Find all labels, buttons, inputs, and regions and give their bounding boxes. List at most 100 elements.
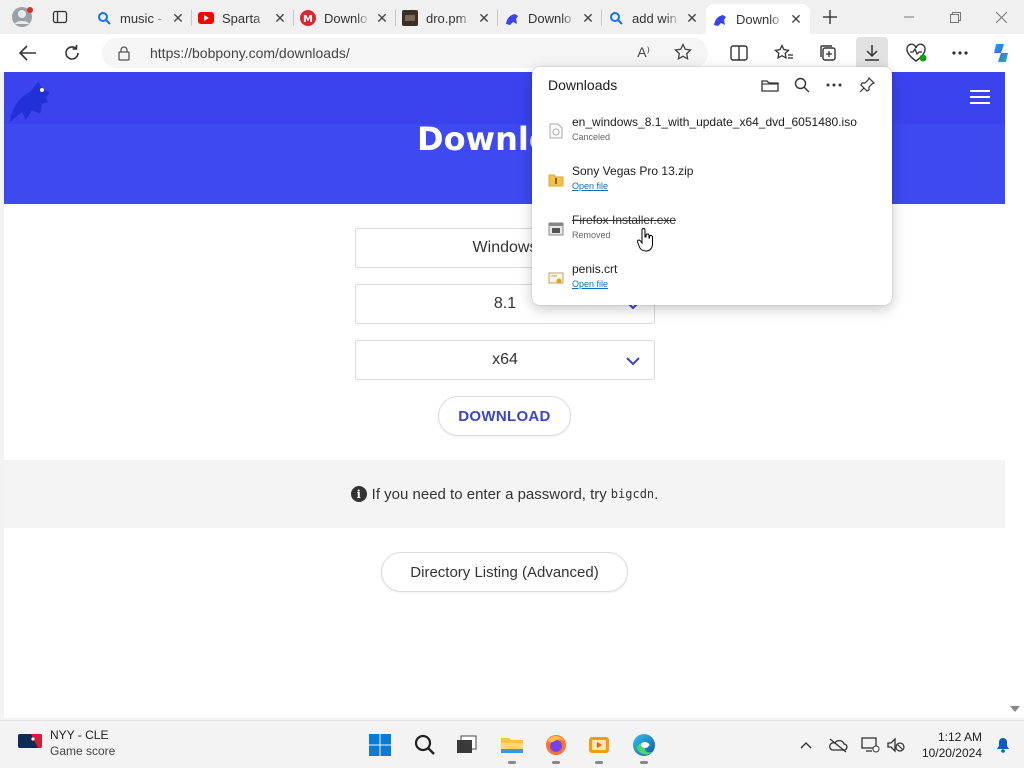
- edge-icon[interactable]: [628, 729, 660, 764]
- copilot-icon[interactable]: [986, 37, 1018, 69]
- back-button[interactable]: [12, 37, 44, 69]
- notice-code: bigcdn: [610, 487, 655, 501]
- address-bar[interactable]: https://bobpony.com/downloads/ A⁾: [102, 38, 708, 68]
- tab-6-active[interactable]: Downlo ✕: [706, 4, 810, 34]
- close-tab-icon[interactable]: ✕: [272, 10, 288, 26]
- task-view-icon[interactable]: [451, 729, 483, 761]
- page-scrollbar[interactable]: [1005, 72, 1024, 718]
- film-thumbnail-icon: [402, 10, 418, 26]
- download-item[interactable]: penis.crt Open file: [532, 258, 892, 304]
- tab-4[interactable]: Downlo ✕: [498, 4, 602, 32]
- arch-select[interactable]: x64: [355, 340, 655, 380]
- notification-bell-icon[interactable]: [996, 737, 1010, 758]
- favorite-star-icon[interactable]: [674, 42, 692, 66]
- firefox-icon[interactable]: [540, 729, 572, 764]
- start-button[interactable]: [364, 729, 396, 761]
- tab-title: Downlo: [324, 10, 368, 26]
- version-select-value: 8.1: [493, 295, 517, 312]
- restore-button[interactable]: [932, 0, 978, 34]
- download-status: Canceled: [572, 132, 611, 142]
- password-notice: i If you need to enter a password, try b…: [4, 460, 1005, 528]
- search-downloads-icon[interactable]: [791, 74, 813, 96]
- search-icon: [608, 10, 624, 26]
- search-icon: [96, 10, 112, 26]
- show-hidden-icons-chevron[interactable]: [796, 735, 816, 755]
- tab-title: dro.pm: [426, 10, 467, 26]
- tab-1[interactable]: Sparta ✕: [192, 4, 294, 32]
- file-explorer-icon[interactable]: [496, 729, 528, 764]
- onedrive-offline-icon[interactable]: [828, 735, 848, 755]
- close-tab-icon[interactable]: ✕: [476, 10, 492, 26]
- certificate-file-icon: [548, 270, 564, 286]
- tab-title: Downlo: [528, 10, 572, 26]
- bobpony-icon: [504, 10, 520, 26]
- browser-essentials-icon[interactable]: [900, 37, 932, 69]
- svg-text:M: M: [303, 14, 313, 25]
- close-window-button[interactable]: [978, 0, 1024, 34]
- lock-icon[interactable]: [116, 45, 132, 61]
- profile-avatar[interactable]: [6, 1, 38, 33]
- tab-5[interactable]: add win ✕: [602, 4, 706, 32]
- hand-pointer-cursor-icon: [636, 228, 655, 257]
- downloads-panel: Downloads en_windows_8.1_with_update_x64…: [532, 67, 892, 305]
- download-button[interactable]: DOWNLOAD: [438, 396, 571, 436]
- widget-subtitle: Game score: [50, 744, 116, 758]
- download-item[interactable]: Firefox Installer.exe Removed: [532, 209, 892, 255]
- new-tab-button[interactable]: [814, 1, 846, 33]
- mlb-logo-icon: [18, 734, 42, 758]
- media-player-icon[interactable]: [583, 729, 615, 764]
- download-status: Removed: [572, 230, 611, 240]
- more-options-icon[interactable]: [823, 74, 845, 96]
- mega-icon: M: [300, 10, 316, 26]
- download-item[interactable]: Sony Vegas Pro 13.zip Open file: [532, 160, 892, 206]
- search-taskbar-icon[interactable]: [409, 729, 441, 761]
- scroll-down-arrow-icon[interactable]: [1010, 706, 1020, 712]
- open-file-link[interactable]: Open file: [572, 279, 608, 289]
- youtube-icon: [198, 10, 214, 26]
- tab-strip: music - ✕ Sparta ✕ M Downlo ✕ dro.pm ✕ D…: [0, 0, 1024, 34]
- chevron-down-icon: [626, 353, 640, 371]
- pin-icon[interactable]: [856, 74, 878, 96]
- collections-icon[interactable]: [812, 37, 844, 69]
- close-tab-icon[interactable]: ✕: [170, 10, 186, 26]
- download-item[interactable]: en_windows_8.1_with_update_x64_dvd_60514…: [532, 111, 892, 157]
- tab-title: Downlo: [736, 11, 780, 27]
- close-tab-icon[interactable]: ✕: [374, 10, 390, 26]
- clock-time: 1:12 AM: [937, 730, 982, 744]
- refresh-button[interactable]: [56, 37, 88, 69]
- clock-date: 10/20/2024: [921, 746, 982, 760]
- directory-listing-button[interactable]: Directory Listing (Advanced): [381, 552, 628, 592]
- volume-muted-icon[interactable]: [886, 735, 906, 755]
- open-file-link[interactable]: Open file: [572, 181, 608, 191]
- downloads-button[interactable]: [856, 37, 888, 69]
- open-folder-icon[interactable]: [759, 74, 781, 96]
- clock[interactable]: 1:12 AM 10/20/2024: [922, 729, 982, 761]
- downloads-panel-title: Downloads: [548, 77, 618, 93]
- split-screen-icon[interactable]: [723, 37, 755, 69]
- tab-actions-icon[interactable]: [44, 1, 76, 33]
- settings-more-icon[interactable]: [944, 37, 976, 69]
- tab-2[interactable]: M Downlo ✕: [294, 4, 396, 32]
- tab-title: Sparta: [222, 10, 261, 26]
- bobpony-logo-icon[interactable]: [6, 76, 56, 131]
- read-aloud-icon[interactable]: A⁾: [637, 44, 650, 61]
- bobpony-icon: [712, 11, 728, 27]
- download-file-name: Sony Vegas Pro 13.zip: [572, 164, 694, 178]
- minimize-button[interactable]: [886, 0, 932, 34]
- widgets-button[interactable]: NYY - CLE Game score: [18, 728, 115, 758]
- network-icon[interactable]: [860, 735, 880, 755]
- close-tab-icon[interactable]: ✕: [580, 10, 596, 26]
- tab-3[interactable]: dro.pm ✕: [396, 4, 498, 32]
- tab-title: music -: [120, 10, 162, 26]
- arch-select-value: x64: [492, 351, 518, 368]
- notice-end: .: [654, 485, 659, 503]
- download-file-name: en_windows_8.1_with_update_x64_dvd_60514…: [572, 115, 857, 129]
- notice-text: If you need to enter a password, try: [371, 485, 607, 503]
- tab-0[interactable]: music - ✕: [90, 4, 192, 32]
- close-tab-icon[interactable]: ✕: [684, 10, 700, 26]
- download-file-name: Firefox Installer.exe: [572, 213, 677, 227]
- hamburger-menu-icon[interactable]: [970, 90, 990, 108]
- url-text[interactable]: https://bobpony.com/downloads/: [150, 45, 350, 61]
- favorites-icon[interactable]: [768, 37, 800, 69]
- close-tab-icon[interactable]: ✕: [788, 11, 804, 27]
